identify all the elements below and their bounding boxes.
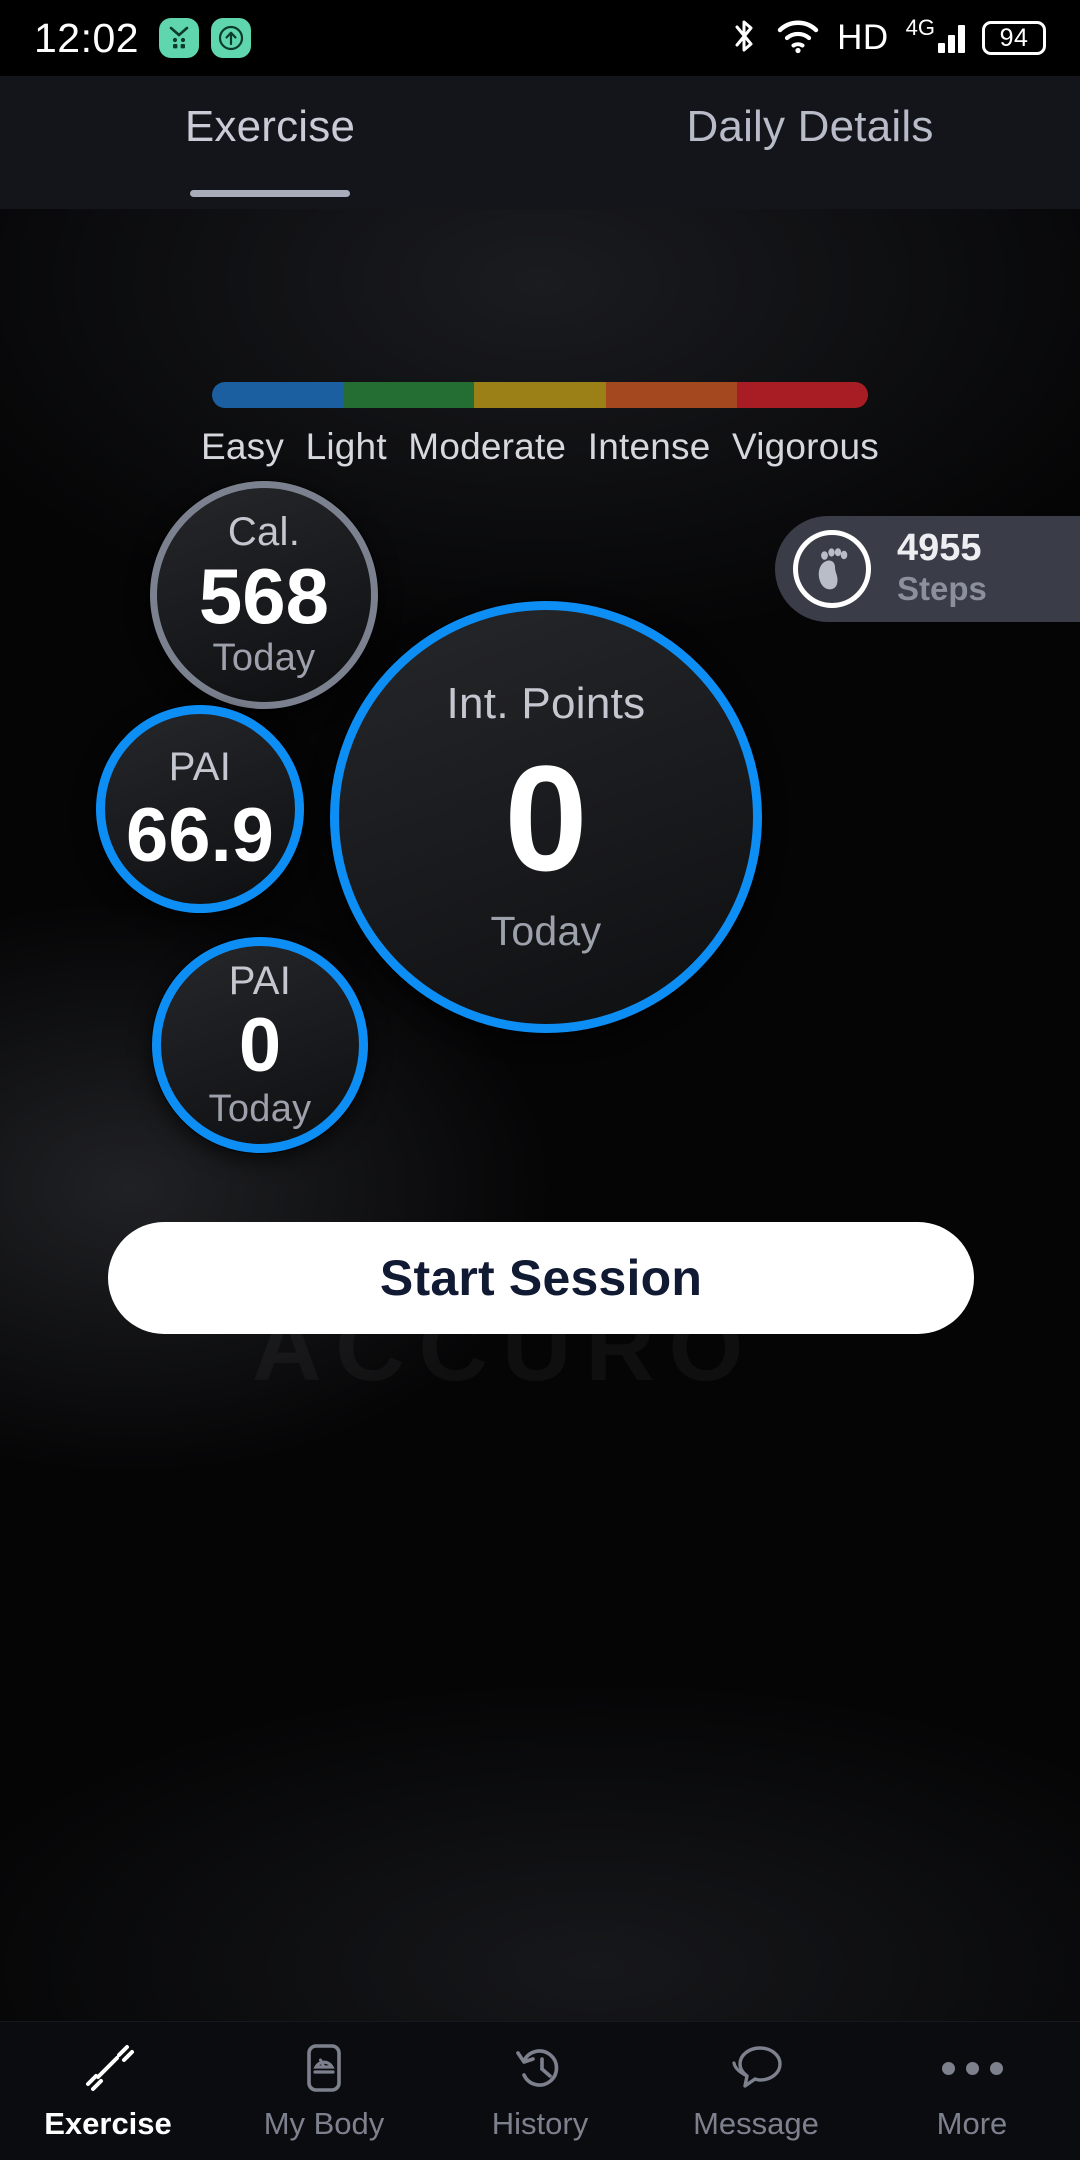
steps-count: 4955 — [897, 527, 982, 570]
app-badge-icon — [159, 18, 200, 58]
nav-label-message: Message — [693, 2106, 819, 2141]
calories-value: 568 — [198, 551, 330, 640]
clock-history-icon — [512, 2040, 568, 2096]
intensity-bar — [212, 382, 868, 408]
tab-active-underline — [190, 190, 350, 197]
exercise-dashboard: ACCURO Easy Light Moderate Intense Vigor… — [0, 209, 1080, 2021]
metric-int-points[interactable]: Int. Points 0 Today — [330, 601, 762, 1033]
status-bar-clock: 12:02 — [34, 14, 140, 61]
tab-daily-details[interactable]: Daily Details — [540, 76, 1080, 209]
intensity-segment-easy — [212, 382, 344, 408]
network-indicator: 4G — [906, 17, 965, 53]
start-session-label: Start Session — [379, 1250, 703, 1306]
app-screen: 12:02 HD 4G 94 Exercise Daily Details Ea… — [0, 0, 1080, 2160]
intensity-labels: Easy Light Moderate Intense Vigorous — [187, 426, 893, 468]
intensity-label-intense: Intense — [587, 426, 711, 467]
status-bar-notification-icons — [159, 18, 252, 58]
bluetooth-icon — [729, 16, 759, 61]
pai-total-title: PAI — [168, 745, 232, 790]
nav-item-message[interactable]: Message — [648, 2040, 864, 2142]
nav-label-history: History — [491, 2106, 589, 2141]
intensity-segment-moderate — [474, 382, 606, 408]
network-type-label: 4G — [905, 15, 935, 40]
tab-exercise-label: Exercise — [184, 102, 356, 151]
battery-indicator: 94 — [982, 21, 1046, 55]
tab-daily-details-label: Daily Details — [686, 102, 934, 151]
nav-label-my-body: My Body — [263, 2106, 385, 2141]
nav-item-exercise[interactable]: Exercise — [0, 2040, 216, 2142]
upload-badge-icon — [211, 18, 252, 58]
intensity-segment-vigorous — [736, 382, 868, 408]
nav-item-my-body[interactable]: My Body — [216, 2040, 432, 2142]
intensity-scale: Easy Light Moderate Intense Vigorous — [0, 382, 1080, 468]
start-session-button[interactable]: Start Session — [108, 1222, 974, 1334]
status-bar-system-icons: HD 4G 94 — [729, 16, 1046, 61]
pai-total-value: 66.9 — [126, 793, 274, 879]
int-points-sub: Today — [490, 907, 602, 954]
intensity-label-light: Light — [305, 426, 387, 467]
hd-indicator: HD — [837, 18, 889, 57]
chat-bubbles-icon — [727, 2040, 785, 2096]
nav-item-more[interactable]: More — [864, 2040, 1080, 2142]
int-points-title: Int. Points — [446, 679, 646, 729]
steps-label: Steps — [897, 570, 987, 608]
intensity-label-moderate: Moderate — [408, 426, 567, 467]
intensity-label-vigorous: Vigorous — [732, 426, 879, 467]
footprint-icon — [793, 530, 871, 608]
status-bar: 12:02 HD 4G 94 — [0, 0, 1080, 76]
battery-level-label: 94 — [999, 23, 1029, 52]
metric-pai-today[interactable]: PAI 0 Today — [152, 937, 368, 1153]
nav-item-history[interactable]: History — [432, 2040, 648, 2142]
pai-today-title: PAI — [228, 958, 292, 1003]
scale-icon — [298, 2040, 350, 2096]
metric-pai-total[interactable]: PAI 66.9 — [96, 705, 304, 913]
signal-bars-icon — [938, 23, 965, 53]
nav-label-more: More — [936, 2106, 1008, 2141]
calories-title: Cal. — [227, 509, 301, 554]
intensity-label-easy: Easy — [201, 426, 285, 467]
pai-today-value: 0 — [238, 1002, 282, 1088]
intensity-segment-light — [343, 382, 475, 408]
int-points-value: 0 — [504, 734, 588, 903]
bottom-navigation: Exercise My Body History Message More — [0, 2021, 1080, 2160]
steps-badge[interactable]: 4955 Steps — [775, 516, 1080, 622]
tab-exercise[interactable]: Exercise — [0, 76, 540, 209]
metric-calories[interactable]: Cal. 568 Today — [150, 481, 378, 709]
more-dots-icon — [941, 2040, 1003, 2096]
calories-sub: Today — [212, 637, 316, 680]
nav-label-exercise: Exercise — [44, 2106, 172, 2141]
top-tab-bar: Exercise Daily Details — [0, 76, 1080, 209]
steps-text: 4955 Steps — [897, 527, 987, 608]
pai-today-sub: Today — [208, 1088, 312, 1131]
dumbbell-icon — [79, 2040, 137, 2096]
intensity-segment-intense — [605, 382, 737, 408]
wifi-icon — [776, 18, 820, 59]
